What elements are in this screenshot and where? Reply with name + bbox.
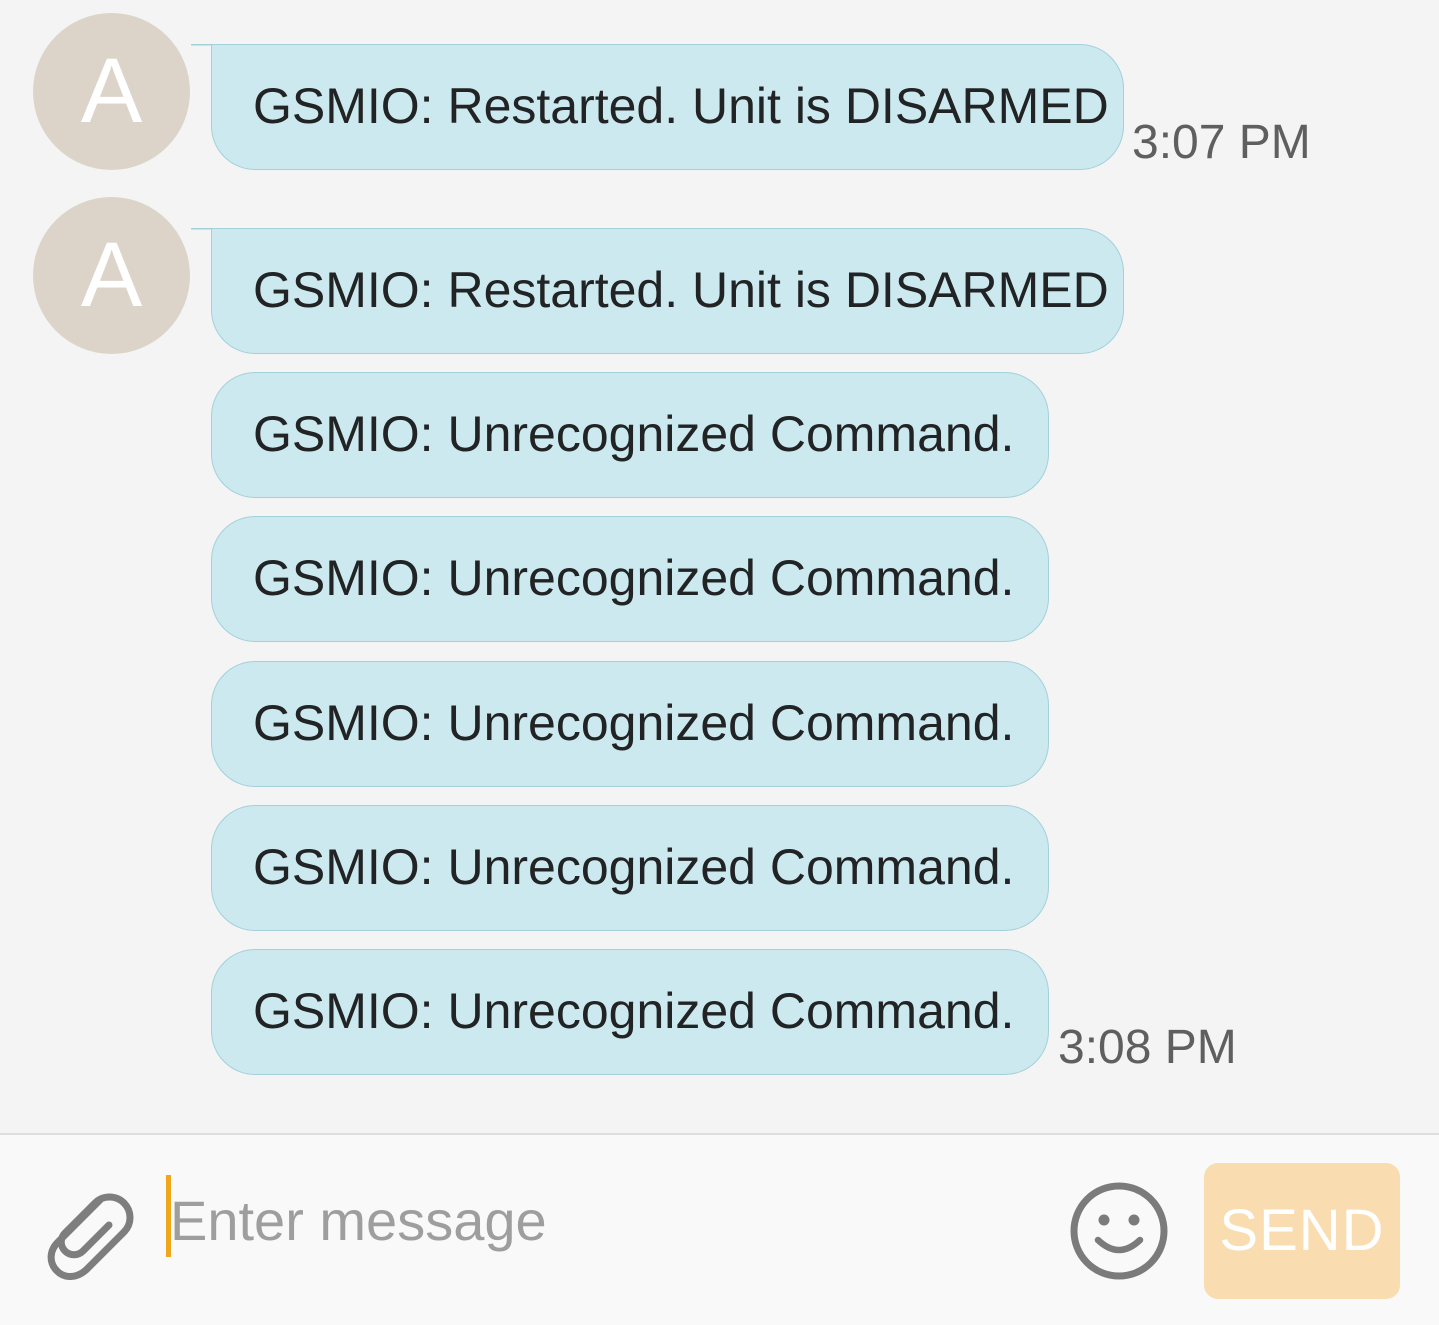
chat-screen: A GSMIO: Restarted. Unit is DISARMED 3:0… xyxy=(0,0,1439,1325)
message-text: GSMIO: Unrecognized Command. xyxy=(253,695,1015,751)
message-bubble[interactable]: GSMIO: Unrecognized Command. xyxy=(211,516,1049,642)
message-text: GSMIO: Unrecognized Command. xyxy=(253,406,1015,462)
message-bubble[interactable]: GSMIO: Restarted. Unit is DISARMED xyxy=(211,228,1124,354)
contact-avatar[interactable]: A xyxy=(33,13,190,170)
paperclip-icon[interactable] xyxy=(42,1182,134,1280)
message-text: GSMIO: Unrecognized Command. xyxy=(253,839,1015,895)
message-text: GSMIO: Restarted. Unit is DISARMED xyxy=(253,78,1109,134)
contact-avatar[interactable]: A xyxy=(33,197,190,354)
message-timestamp: 3:07 PM xyxy=(1132,116,1311,169)
message-bubble[interactable]: GSMIO: Unrecognized Command. xyxy=(211,805,1049,931)
message-text: GSMIO: Restarted. Unit is DISARMED xyxy=(253,262,1109,318)
message-text: GSMIO: Unrecognized Command. xyxy=(253,983,1015,1039)
message-bubble[interactable]: GSMIO: Unrecognized Command. xyxy=(211,661,1049,787)
message-text: GSMIO: Unrecognized Command. xyxy=(253,550,1015,606)
message-input[interactable] xyxy=(170,1180,1050,1260)
avatar-letter: A xyxy=(80,224,143,326)
message-bubble[interactable]: GSMIO: Unrecognized Command. xyxy=(211,949,1049,1075)
smiley-icon[interactable] xyxy=(1068,1180,1170,1282)
message-bubble[interactable]: GSMIO: Unrecognized Command. xyxy=(211,372,1049,498)
message-bubble[interactable]: GSMIO: Restarted. Unit is DISARMED xyxy=(211,44,1124,170)
send-button[interactable]: SEND xyxy=(1204,1163,1400,1299)
avatar-letter: A xyxy=(80,40,143,142)
message-timestamp: 3:08 PM xyxy=(1058,1021,1237,1074)
